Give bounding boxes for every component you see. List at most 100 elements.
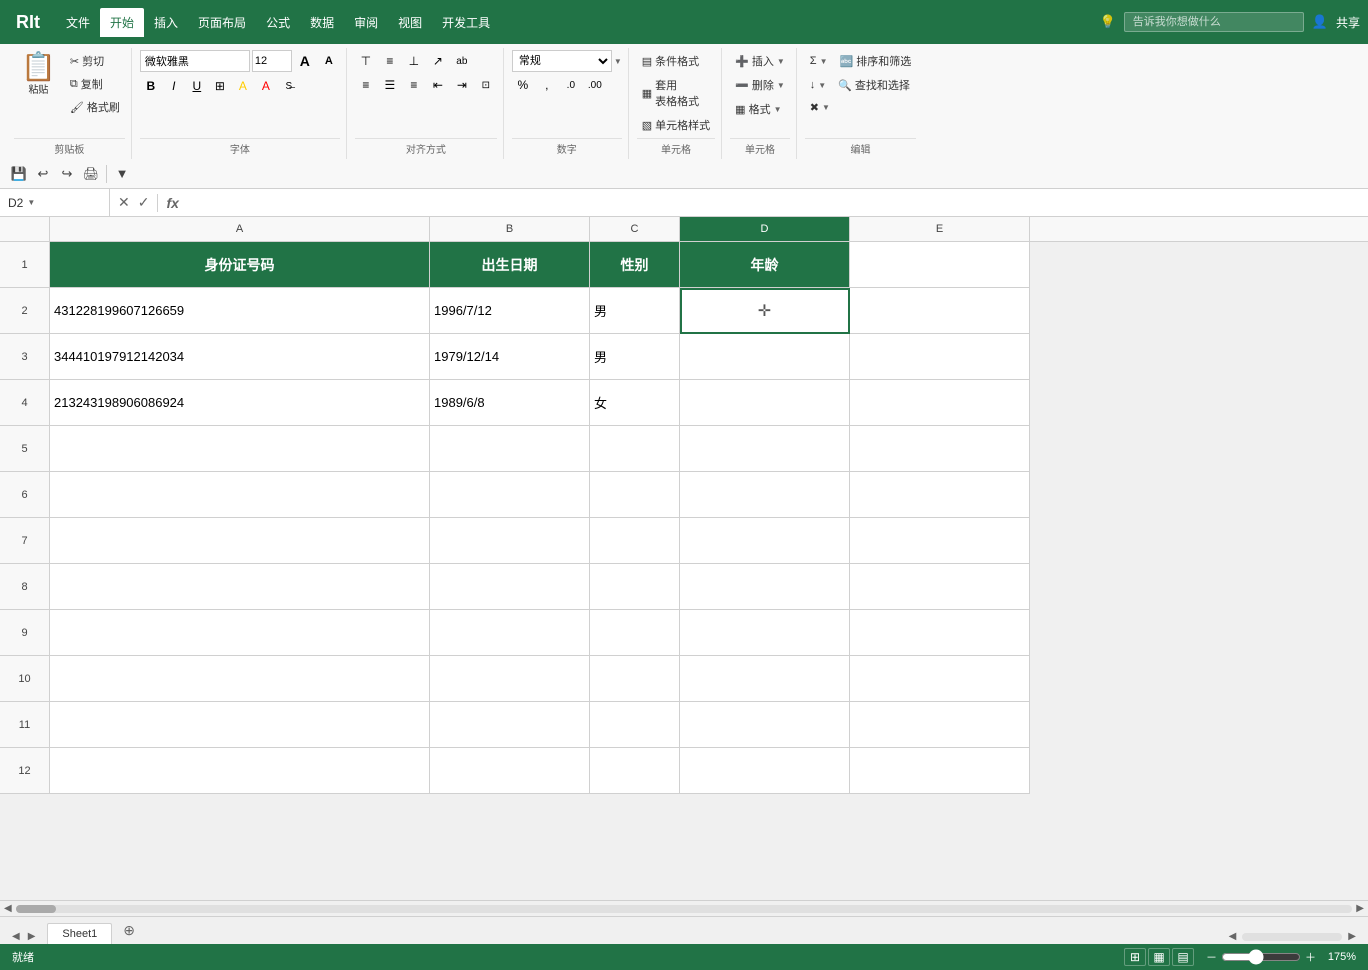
row-header-12[interactable]: 12 bbox=[0, 748, 50, 794]
scroll-sheets-left[interactable]: ◀ bbox=[8, 929, 24, 944]
cell-a5[interactable] bbox=[50, 426, 430, 472]
align-right-button[interactable]: ≡ bbox=[403, 74, 425, 96]
copy-button[interactable]: ⧉ 复制 bbox=[65, 73, 125, 95]
cell-a6[interactable] bbox=[50, 472, 430, 518]
cell-d8[interactable] bbox=[680, 564, 850, 610]
insert-button[interactable]: ➕ 插入 ▼ bbox=[730, 50, 790, 72]
menu-item-page-layout[interactable]: 页面布局 bbox=[188, 8, 256, 37]
zoom-slider[interactable] bbox=[1221, 949, 1301, 965]
cell-d7[interactable] bbox=[680, 518, 850, 564]
cell-d9[interactable] bbox=[680, 610, 850, 656]
zoom-out-button[interactable]: － bbox=[1206, 949, 1217, 965]
row-header-3[interactable]: 3 bbox=[0, 334, 50, 380]
wrap-text-button[interactable]: ab bbox=[451, 50, 473, 72]
cell-a3[interactable]: 344410197912142034 bbox=[50, 334, 430, 380]
cell-d2[interactable]: ✛ bbox=[680, 288, 850, 334]
cell-b5[interactable] bbox=[430, 426, 590, 472]
normal-view-button[interactable]: ⊞ bbox=[1124, 948, 1146, 966]
align-top-button[interactable]: ⊤ bbox=[355, 50, 377, 72]
increase-font-button[interactable]: A bbox=[294, 50, 316, 72]
cell-e2[interactable] bbox=[850, 288, 1030, 334]
italic-button[interactable]: I bbox=[163, 75, 185, 97]
cell-d3[interactable] bbox=[680, 334, 850, 380]
number-format-select[interactable]: 常规 数字 货币 日期 bbox=[512, 50, 612, 72]
redo-button[interactable]: ↪ bbox=[56, 163, 78, 185]
align-left-button[interactable]: ≡ bbox=[355, 74, 377, 96]
decrease-decimal-button[interactable]: .00 bbox=[584, 74, 606, 96]
cell-e1[interactable] bbox=[850, 242, 1030, 288]
percent-button[interactable]: % bbox=[512, 74, 534, 96]
clear-button[interactable]: ✖ ▼ bbox=[805, 98, 835, 117]
cell-c9[interactable] bbox=[590, 610, 680, 656]
cell-a7[interactable] bbox=[50, 518, 430, 564]
cell-b3[interactable]: 1979/12/14 bbox=[430, 334, 590, 380]
sheet-nav-left[interactable]: ◀ bbox=[1225, 929, 1241, 944]
cell-d6[interactable] bbox=[680, 472, 850, 518]
decrease-indent-button[interactable]: ⇤ bbox=[427, 74, 449, 96]
comma-button[interactable]: , bbox=[536, 74, 558, 96]
cell-d12[interactable] bbox=[680, 748, 850, 794]
horizontal-scrollbar[interactable] bbox=[16, 905, 1353, 913]
cell-e7[interactable] bbox=[850, 518, 1030, 564]
cell-ref-dropdown[interactable]: ▼ bbox=[27, 198, 35, 207]
cell-b7[interactable] bbox=[430, 518, 590, 564]
menu-item-formula[interactable]: 公式 bbox=[256, 8, 300, 37]
cell-a10[interactable] bbox=[50, 656, 430, 702]
cell-e6[interactable] bbox=[850, 472, 1030, 518]
cell-c11[interactable] bbox=[590, 702, 680, 748]
fill-button[interactable]: ↓ ▼ bbox=[805, 76, 831, 94]
cell-c4[interactable]: 女 bbox=[590, 380, 680, 426]
delete-button[interactable]: ➖ 删除 ▼ bbox=[730, 74, 790, 96]
align-center-button[interactable]: ☰ bbox=[379, 74, 401, 96]
sheet-tab-sheet1[interactable]: Sheet1 bbox=[47, 923, 112, 944]
page-layout-view-button[interactable]: ▦ bbox=[1148, 948, 1170, 966]
save-button[interactable]: 💾 bbox=[8, 163, 30, 185]
cell-c2[interactable]: 男 bbox=[590, 288, 680, 334]
scroll-right-button[interactable]: ▶ bbox=[1356, 903, 1364, 914]
font-size-input[interactable] bbox=[252, 50, 292, 72]
formula-input[interactable] bbox=[187, 189, 1368, 216]
page-break-view-button[interactable]: ▤ bbox=[1172, 948, 1194, 966]
row-header-4[interactable]: 4 bbox=[0, 380, 50, 426]
search-input[interactable] bbox=[1124, 12, 1304, 32]
cell-reference-box[interactable]: D2 ▼ bbox=[0, 189, 110, 216]
sort-filter-button[interactable]: 🔤 排序和筛选 bbox=[835, 50, 917, 72]
cell-d10[interactable] bbox=[680, 656, 850, 702]
cell-b9[interactable] bbox=[430, 610, 590, 656]
increase-decimal-button[interactable]: .0 bbox=[560, 74, 582, 96]
row-header-6[interactable]: 6 bbox=[0, 472, 50, 518]
underline-button[interactable]: U bbox=[186, 75, 208, 97]
zoom-level[interactable]: 175% bbox=[1320, 951, 1356, 963]
align-bottom-button[interactable]: ⊥ bbox=[403, 50, 425, 72]
cell-d4[interactable] bbox=[680, 380, 850, 426]
cut-button[interactable]: ✂ 剪切 bbox=[65, 50, 125, 72]
cell-c6[interactable] bbox=[590, 472, 680, 518]
strikethrough-button[interactable]: S̶ bbox=[278, 75, 300, 97]
row-header-5[interactable]: 5 bbox=[0, 426, 50, 472]
menu-item-file[interactable]: 文件 bbox=[56, 8, 100, 37]
cell-c8[interactable] bbox=[590, 564, 680, 610]
zoom-in-button[interactable]: ＋ bbox=[1305, 949, 1316, 965]
cancel-formula-button[interactable]: ✕ bbox=[116, 192, 132, 213]
undo-button[interactable]: ↩ bbox=[32, 163, 54, 185]
customize-toolbar-button[interactable]: ▼ bbox=[111, 163, 133, 185]
col-header-a[interactable]: A bbox=[50, 217, 430, 241]
bold-button[interactable]: B bbox=[140, 75, 162, 97]
menu-item-view[interactable]: 视图 bbox=[388, 8, 432, 37]
fill-color-button[interactable]: A bbox=[232, 75, 254, 97]
cell-b4[interactable]: 1989/6/8 bbox=[430, 380, 590, 426]
menu-item-data[interactable]: 数据 bbox=[300, 8, 344, 37]
border-button[interactable]: ⊞ bbox=[209, 75, 231, 97]
cell-a2[interactable]: 431228199607126659 bbox=[50, 288, 430, 334]
cell-e8[interactable] bbox=[850, 564, 1030, 610]
cell-e9[interactable] bbox=[850, 610, 1030, 656]
scroll-sheets-right[interactable]: ▶ bbox=[24, 929, 40, 944]
cell-d5[interactable] bbox=[680, 426, 850, 472]
cell-b11[interactable] bbox=[430, 702, 590, 748]
autosum-button[interactable]: Σ ▼ bbox=[805, 52, 833, 70]
cell-a4[interactable]: 213243198906086924 bbox=[50, 380, 430, 426]
col-header-c[interactable]: C bbox=[590, 217, 680, 241]
cell-a11[interactable] bbox=[50, 702, 430, 748]
format-painter-button[interactable]: 🖌 格式刷 bbox=[65, 96, 125, 118]
format-button[interactable]: ▦ 格式 ▼ bbox=[730, 98, 786, 120]
